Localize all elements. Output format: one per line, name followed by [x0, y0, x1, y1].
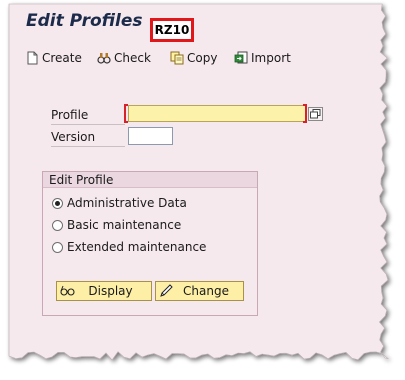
- search-help-button[interactable]: [308, 107, 323, 121]
- radio-administrative-data[interactable]: Administrative Data: [52, 195, 187, 211]
- import-button[interactable]: Import: [234, 49, 291, 67]
- display-label: Display: [88, 284, 133, 298]
- create-label: Create: [42, 51, 82, 65]
- sap-window-screenshot: Edit Profiles RZ10 Create Check Copy Imp…: [0, 0, 405, 380]
- radio-button[interactable]: [52, 219, 63, 231]
- radio-label-administrative-data: Administrative Data: [67, 196, 187, 210]
- change-pencil-icon: [160, 284, 173, 297]
- search-help-icon: [310, 109, 321, 119]
- check-label: Check: [114, 51, 151, 65]
- profile-label-underline: [51, 124, 125, 125]
- radio-button-selected[interactable]: [52, 197, 63, 209]
- copy-button[interactable]: Copy: [170, 49, 217, 67]
- check-icon: [97, 53, 111, 64]
- radio-button[interactable]: [52, 241, 63, 253]
- change-button[interactable]: Change: [155, 281, 244, 301]
- import-label: Import: [251, 51, 291, 65]
- radio-basic-maintenance[interactable]: Basic maintenance: [52, 217, 181, 233]
- version-label: Version: [51, 130, 96, 144]
- create-button[interactable]: Create: [25, 49, 82, 67]
- transaction-code-badge: RZ10: [150, 18, 194, 42]
- edit-profile-group-title: Edit Profile: [43, 172, 257, 188]
- change-label: Change: [183, 284, 229, 298]
- page-title: Edit Profiles: [26, 11, 143, 31]
- display-glasses-icon: [60, 285, 75, 296]
- version-label-underline: [51, 146, 125, 147]
- display-button[interactable]: Display: [56, 281, 152, 301]
- radio-label-basic-maintenance: Basic maintenance: [67, 218, 182, 232]
- create-document-icon: [27, 51, 38, 65]
- copy-icon: [170, 51, 184, 65]
- check-button[interactable]: Check: [97, 49, 151, 67]
- transaction-code-text: RZ10: [154, 23, 190, 37]
- radio-dot: [55, 200, 60, 206]
- import-icon: [234, 51, 248, 64]
- radio-label-extended-maintenance: Extended maintenance: [67, 240, 207, 254]
- radio-extended-maintenance[interactable]: Extended maintenance: [52, 239, 206, 255]
- profile-input[interactable]: [128, 105, 306, 122]
- profile-label: Profile: [51, 108, 89, 122]
- copy-label: Copy: [187, 51, 218, 65]
- version-input[interactable]: [128, 127, 173, 145]
- required-marker-right: [303, 104, 307, 123]
